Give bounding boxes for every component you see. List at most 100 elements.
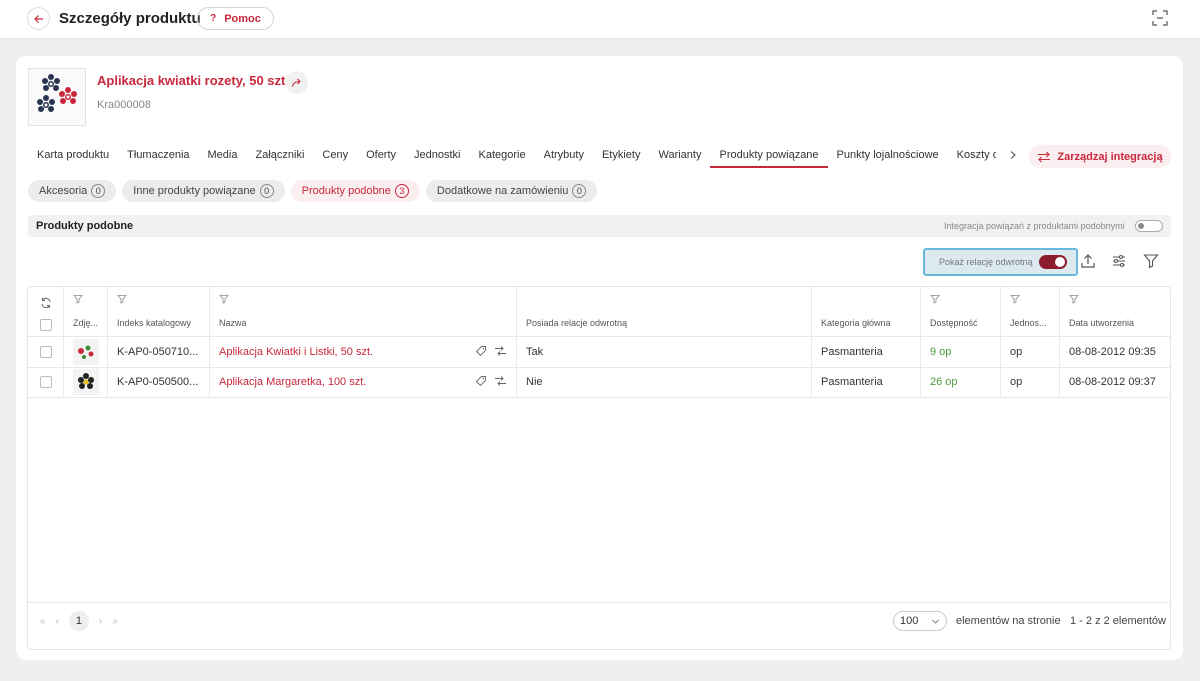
cell-availability: 26 op <box>930 376 958 388</box>
share-arrow-icon <box>291 78 301 87</box>
column-filter-icon[interactable] <box>1069 294 1079 304</box>
back-button[interactable] <box>27 7 50 30</box>
row-product-image <box>73 369 99 395</box>
top-bar: Szczegóły produktu ? Pomoc <box>0 0 1200 38</box>
tab-atrybuty[interactable]: Atrybuty <box>535 142 593 168</box>
pagination: « ‹ 1 › » <box>40 611 118 631</box>
arrow-left-icon <box>33 14 43 23</box>
items-range-label: 1 - 2 z 2 elementów <box>1070 615 1166 627</box>
tabs-scroll-right-icon[interactable] <box>1008 150 1018 160</box>
cell-unit: op <box>1010 376 1023 388</box>
tab-etykiety[interactable]: Etykiety <box>593 142 650 168</box>
tab-warianty[interactable]: Warianty <box>649 142 710 168</box>
cell-has-reverse: Tak <box>526 346 544 358</box>
page-number-button[interactable]: 1 <box>68 611 89 631</box>
column-header-created[interactable]: Data utworzenia <box>1069 318 1134 328</box>
first-page-icon[interactable]: « <box>40 616 46 627</box>
reverse-relation-toggle[interactable] <box>1039 255 1067 269</box>
prev-page-icon[interactable]: ‹ <box>56 616 59 627</box>
section-header: Produkty podobne Integracja powiązań z p… <box>28 215 1171 237</box>
tab-oferty[interactable]: Oferty <box>357 142 405 168</box>
chip-produkty-podobne[interactable]: Produkty podobne 3 <box>290 180 420 202</box>
cell-availability: 9 op <box>930 346 952 358</box>
column-header-catalog-index[interactable]: Indeks katalogowy <box>117 318 191 328</box>
cell-product-name-link[interactable]: Aplikacja Kwiatki i Listki, 50 szt. <box>219 346 373 358</box>
tab-ceny[interactable]: Ceny <box>313 142 357 168</box>
column-settings-icon[interactable] <box>1110 252 1128 270</box>
column-filter-icon[interactable] <box>117 294 127 304</box>
column-header-main-category[interactable]: Kategoria główna <box>821 318 891 328</box>
relation-type-chips: Akcesoria 0 Inne produkty powiązane 0 Pr… <box>28 180 598 202</box>
row-checkbox[interactable] <box>40 346 52 358</box>
cell-catalog-index: K-AP0-050710... <box>117 346 199 358</box>
filter-icon[interactable] <box>1142 252 1160 270</box>
tab-jednostki[interactable]: Jednostki <box>405 142 469 168</box>
swap-arrows-icon <box>1038 151 1051 162</box>
reverse-relation-control: Pokaż relację odwrotną <box>923 248 1078 276</box>
product-tabs: Karta produktu Tłumaczenia Media Załączn… <box>28 142 996 168</box>
product-code: Kra000008 <box>97 99 151 111</box>
product-thumbnail[interactable] <box>28 68 86 126</box>
manage-integration-label: Zarządzaj integracją <box>1057 150 1163 163</box>
tab-tlumaczenia[interactable]: Tłumaczenia <box>118 142 198 168</box>
tab-koszty[interactable]: Koszty d <box>948 142 996 168</box>
column-filter-icon[interactable] <box>930 294 940 304</box>
chip-dodatkowe-na-zamowieniu[interactable]: Dodatkowe na zamówieniu 0 <box>425 180 598 202</box>
chip-inne-produkty-powiazane[interactable]: Inne produkty powiązane 0 <box>122 180 285 202</box>
column-header-name[interactable]: Nazwa <box>219 318 247 328</box>
manage-integration-button[interactable]: Zarządzaj integracją <box>1029 145 1171 168</box>
cell-created: 08-08-2012 09:37 <box>1069 376 1156 388</box>
column-header-has-reverse[interactable]: Posiada relacje odwrotną <box>526 318 627 328</box>
fullscreen-icon[interactable] <box>1151 9 1169 27</box>
column-header-unit[interactable]: Jednos... <box>1010 318 1047 328</box>
help-button-label: Pomoc <box>224 12 261 25</box>
tab-zalaczniki[interactable]: Załączniki <box>246 142 313 168</box>
chip-count: 0 <box>259 184 274 198</box>
tab-kategorie[interactable]: Kategorie <box>470 142 535 168</box>
tab-produkty-powiazane[interactable]: Produkty powiązane <box>710 142 828 168</box>
integration-toggle-label: Integracja powiązań z produktami podobny… <box>944 221 1125 231</box>
page-title: Szczegóły produktu <box>59 10 201 27</box>
column-filter-icon[interactable] <box>1010 294 1020 304</box>
tab-punkty-lojalnosciowe[interactable]: Punkty lojalnościowe <box>828 142 948 168</box>
select-all-checkbox[interactable] <box>40 319 52 331</box>
chip-akcesoria[interactable]: Akcesoria 0 <box>28 180 117 202</box>
section-title: Produkty podobne <box>36 220 134 232</box>
column-header-image[interactable]: Zdję... <box>73 318 98 328</box>
tag-icon[interactable] <box>475 375 487 387</box>
chip-count: 0 <box>572 184 587 198</box>
integration-toggle[interactable] <box>1135 220 1163 232</box>
export-icon[interactable] <box>1079 252 1097 270</box>
relation-swap-icon[interactable] <box>494 375 507 387</box>
cell-has-reverse: Nie <box>526 376 543 388</box>
similar-products-table: Zdję... Indeks katalogowy Nazwa Posiada … <box>27 286 1171 650</box>
cell-created: 08-08-2012 09:35 <box>1069 346 1156 358</box>
chip-label: Akcesoria <box>39 185 88 197</box>
open-product-button[interactable] <box>285 71 308 94</box>
cell-main-category: Pasmanteria <box>821 376 883 388</box>
column-header-availability[interactable]: Dostępność <box>930 318 978 328</box>
column-filter-icon[interactable] <box>73 294 83 304</box>
cell-product-name-link[interactable]: Aplikacja Margaretka, 100 szt. <box>219 376 366 388</box>
chip-label: Produkty podobne <box>301 185 391 197</box>
refresh-icon[interactable] <box>40 297 52 309</box>
tag-icon[interactable] <box>475 345 487 357</box>
question-icon: ? <box>210 13 217 24</box>
product-image <box>37 74 77 112</box>
chip-label: Dodatkowe na zamówieniu <box>436 185 569 197</box>
row-product-image <box>73 339 99 365</box>
help-button[interactable]: ? Pomoc <box>197 7 274 30</box>
product-card: Aplikacja kwiatki rozety, 50 szt. Kra000… <box>16 56 1183 660</box>
cell-main-category: Pasmanteria <box>821 346 883 358</box>
row-checkbox[interactable] <box>40 376 52 388</box>
next-page-icon[interactable]: › <box>99 616 102 627</box>
per-page-select[interactable]: 100 <box>893 611 947 631</box>
cell-unit: op <box>1010 346 1023 358</box>
tab-media[interactable]: Media <box>199 142 247 168</box>
tab-karta-produktu[interactable]: Karta produktu <box>28 142 118 168</box>
last-page-icon[interactable]: » <box>112 616 118 627</box>
relation-swap-icon[interactable] <box>494 345 507 357</box>
column-filter-icon[interactable] <box>219 294 229 304</box>
per-page-label: elementów na stronie <box>956 615 1061 627</box>
chevron-down-icon <box>932 619 939 624</box>
